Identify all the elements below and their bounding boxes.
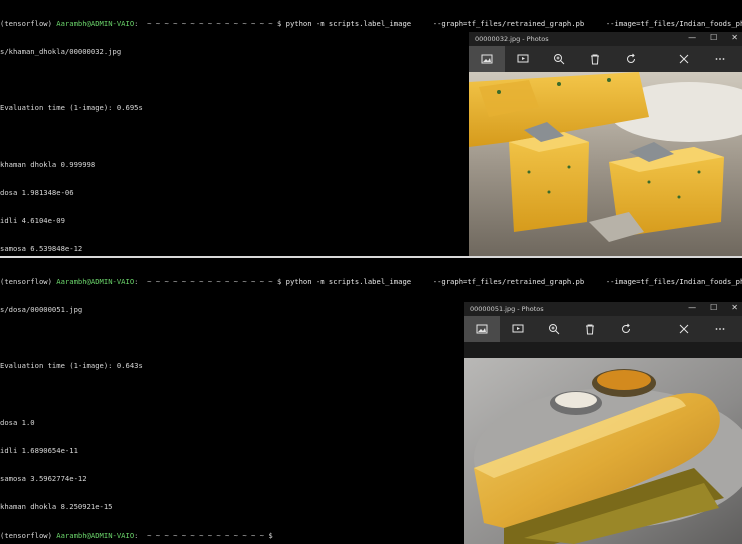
title-bar[interactable]: 00000051.jpg - Photos — ☐ ✕ [464, 302, 742, 316]
more-button[interactable] [702, 46, 738, 72]
slideshow-button[interactable] [500, 316, 536, 342]
trash-icon [591, 54, 599, 65]
zoom-icon [549, 324, 560, 335]
zoom-button[interactable] [541, 46, 577, 72]
view-image-button[interactable] [469, 46, 505, 72]
window-title: 00000051.jpg - Photos [470, 305, 544, 313]
title-bar[interactable]: 00000032.jpg - Photos — ☐ ✕ [469, 32, 742, 46]
image-icon [481, 54, 493, 64]
maximize-button[interactable]: ☐ [710, 33, 717, 42]
dosa-photo [464, 358, 742, 544]
photos-window-top[interactable]: 00000032.jpg - Photos — ☐ ✕ [469, 32, 742, 256]
delete-button[interactable] [572, 316, 608, 342]
edit-icon [679, 54, 689, 64]
command-line: (tensorflow) Aarambh@ADMIN-VAIO: ~ ~ ~ ~… [0, 18, 742, 28]
photos-window-bottom[interactable]: 00000051.jpg - Photos — ☐ ✕ [464, 302, 742, 544]
rotate-button[interactable] [608, 316, 644, 342]
edit-button[interactable] [666, 316, 702, 342]
slideshow-icon [517, 54, 529, 63]
rotate-icon [622, 323, 630, 333]
view-image-button[interactable] [464, 316, 500, 342]
rotate-icon [627, 53, 635, 63]
minimize-button[interactable]: — [688, 303, 696, 312]
dhokla-photo [469, 72, 742, 256]
maximize-button[interactable]: ☐ [710, 303, 717, 312]
command-line: (tensorflow) Aarambh@ADMIN-VAIO: ~ ~ ~ ~… [0, 276, 742, 286]
delete-button[interactable] [577, 46, 613, 72]
zoom-button[interactable] [536, 316, 572, 342]
edit-button[interactable] [666, 46, 702, 72]
more-icon [715, 328, 725, 330]
image-icon [476, 324, 488, 334]
zoom-icon [554, 54, 565, 65]
close-button[interactable]: ✕ [731, 303, 738, 312]
trash-icon [586, 324, 594, 335]
more-icon [715, 58, 725, 60]
photos-toolbar [464, 316, 742, 342]
window-title: 00000032.jpg - Photos [475, 35, 549, 43]
more-button[interactable] [702, 316, 738, 342]
rotate-button[interactable] [613, 46, 649, 72]
close-button[interactable]: ✕ [731, 33, 738, 42]
edit-icon [679, 324, 689, 334]
minimize-button[interactable]: — [688, 33, 696, 42]
slideshow-button[interactable] [505, 46, 541, 72]
photos-toolbar [469, 46, 742, 72]
slideshow-icon [512, 324, 524, 333]
